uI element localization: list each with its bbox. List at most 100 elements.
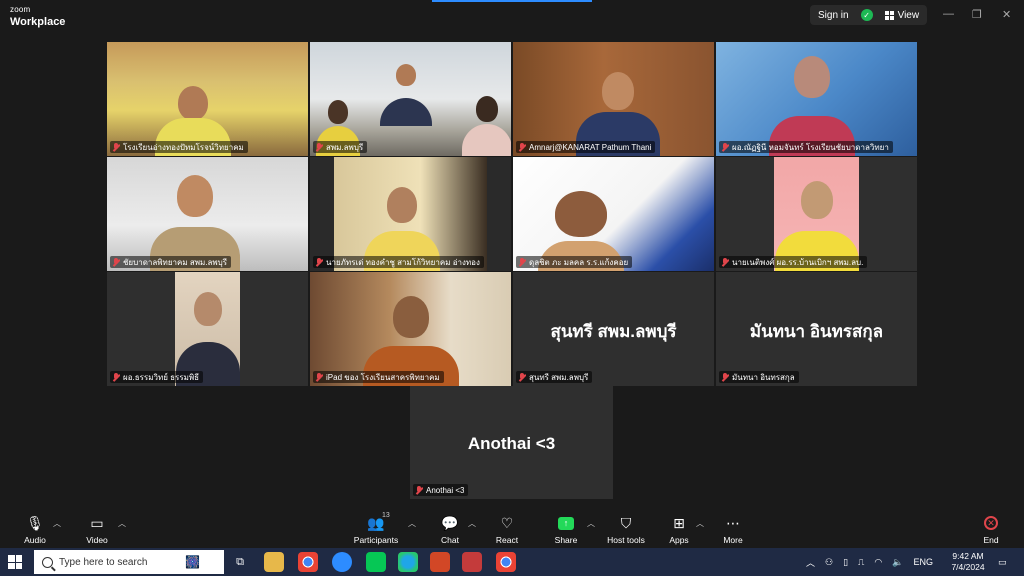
participant-video [371, 64, 441, 126]
tray-chevron-up-icon[interactable]: ︿ [806, 556, 815, 569]
mic-muted-icon [721, 372, 729, 382]
mic-muted-icon [518, 142, 526, 152]
end-x-icon: ✕ [984, 516, 998, 530]
end-meeting-button[interactable]: ✕ End [963, 514, 1019, 545]
chat-label: Chat [441, 535, 459, 545]
share-options-chevron-up-icon[interactable]: ︿ [587, 518, 595, 529]
host-tools-label: Host tools [607, 535, 645, 545]
edge-icon[interactable] [398, 552, 418, 572]
more-dots-icon: ⋯ [726, 514, 740, 531]
share-label: Share [554, 535, 578, 545]
react-button[interactable]: ♡ React [479, 514, 535, 546]
microphone-icon: 🎙 [26, 514, 44, 531]
participant-name: ผอ.ณัฏฐินี หอมจันทร์ โรงเรียนชัยบาดาลวิท… [732, 142, 889, 152]
participant-nametag: มันทนา อินทรสกุล [719, 371, 799, 383]
participant-tile[interactable]: นายเนติพงศ์ ผอ.รร.บ้านเบิกฯ สพม.ลบ. [716, 157, 917, 271]
mic-muted-icon [112, 142, 120, 152]
battery-icon[interactable]: ▯ [843, 557, 848, 568]
participant-tile-active-speaker[interactable]: สพม.ลพบุรี [310, 42, 511, 156]
encryption-shield-icon[interactable]: ✓ [860, 9, 873, 21]
participant-nametag: โรงเรียนอ่างทองปัทมโรจน์วิทยาคม [110, 141, 248, 153]
notifications-icon[interactable]: ▭ [998, 548, 1007, 576]
title-bar: zoom Workplace Sign in ✓ View — ❐ ✕ [0, 0, 1024, 32]
more-button[interactable]: ⋯ More [705, 514, 761, 546]
logo-line-workplace: Workplace [10, 16, 66, 28]
audio-label: Audio [24, 535, 46, 545]
end-label: End [983, 535, 999, 545]
logo-line-zoom: zoom [10, 5, 31, 14]
participant-tile-no-video[interactable]: สุนทรี สพม.ลพบุรี สุนทรี สพม.ลพบุรี [513, 272, 714, 386]
participant-name: ชัยบาดาลพิทยาคม สพม.ลพบุรี [123, 257, 228, 267]
minimize-icon[interactable]: — [943, 8, 954, 20]
restore-icon[interactable]: ❐ [972, 8, 982, 21]
participant-name: นายภัทรเด่ ทองคำชู สามโก้วิทยาคม อ่างทอง [326, 257, 480, 267]
language-indicator[interactable]: ENG [913, 557, 933, 567]
mic-muted-icon [415, 485, 423, 495]
task-view-icon[interactable]: ⧉ [230, 552, 250, 572]
chat-options-chevron-up-icon[interactable]: ︿ [468, 518, 476, 529]
video-button[interactable]: ▭ Video [69, 514, 125, 546]
participants-button[interactable]: 👥 13 Participants [348, 512, 404, 545]
participant-tile[interactable]: ดุลชิต ภะ มลคล ร.ร.แก้งคอย [513, 157, 714, 271]
audio-options-chevron-up-icon[interactable]: ︿ [53, 518, 61, 529]
zoom-app-icon[interactable] [332, 552, 352, 572]
active-app-icon[interactable] [462, 552, 482, 572]
participant-nametag: ผอ.ณัฏฐินี หอมจันทร์ โรงเรียนชัยบาดาลวิท… [719, 141, 893, 153]
more-label: More [723, 535, 743, 545]
participant-nametag: นายภัทรเด่ ทองคำชู สามโก้วิทยาคม อ่างทอง [313, 256, 484, 268]
file-explorer-icon[interactable] [264, 552, 284, 572]
participant-tile-no-video[interactable]: Anothai <3 Anothai <3 [410, 386, 613, 499]
participant-nametag: นายเนติพงศ์ ผอ.รร.บ้านเบิกฯ สพม.ลบ. [719, 256, 868, 268]
mic-muted-icon [721, 257, 729, 267]
video-options-chevron-up-icon[interactable]: ︿ [118, 518, 126, 529]
participant-nametag: ดุลชิต ภะ มลคล ร.ร.แก้งคอย [516, 256, 633, 268]
participant-tile[interactable]: ชัยบาดาลพิทยาคม สพม.ลพบุรี [107, 157, 308, 271]
participant-tile[interactable]: นายภัทรเด่ ทองคำชู สามโก้วิทยาคม อ่างทอง [310, 157, 511, 271]
zoom-window: zoom Workplace Sign in ✓ View — ❐ ✕ โรงเ… [0, 0, 1024, 548]
participant-name: มันทนา อินทรสกุล [732, 372, 795, 382]
mic-muted-icon [315, 142, 323, 152]
host-tools-shield-icon: ⛉ [620, 514, 632, 531]
mic-muted-icon [518, 372, 526, 382]
taskbar-search[interactable]: 🎆 [34, 550, 224, 574]
network-icon[interactable]: ⎍ [858, 557, 864, 568]
taskbar-search-input[interactable] [59, 556, 179, 568]
participant-tile[interactable]: ผอ.ธรรมวิทย์ ธรรมพิธี [107, 272, 308, 386]
chat-bubble-icon: 💬 [441, 514, 459, 531]
react-label: React [495, 535, 519, 545]
participant-tile[interactable]: iPad ของ โรงเรียนสาครพิทยาคม [310, 272, 511, 386]
apps-options-chevron-up-icon[interactable]: ︿ [696, 518, 704, 529]
apps-label: Apps [669, 535, 689, 545]
participant-display-name: Anothai <3 [467, 434, 556, 453]
participant-name: ดุลชิต ภะ มลคล ร.ร.แก้งคอย [529, 257, 629, 267]
share-button[interactable]: ↑ Share [538, 514, 594, 545]
participant-tile[interactable]: ผอ.ณัฏฐินี หอมจันทร์ โรงเรียนชัยบาดาลวิท… [716, 42, 917, 156]
windows-start-icon[interactable] [8, 555, 22, 569]
meeting-toolbar: 🎙 Audio ︿ ▭ Video ︿ 👥 13 Participants ︿ … [0, 510, 1024, 548]
people-icon[interactable]: ⚇ [825, 557, 833, 568]
view-button[interactable]: View [884, 10, 919, 21]
participants-options-chevron-up-icon[interactable]: ︿ [408, 518, 416, 529]
windows-taskbar: 🎆 ⧉ ︿ ⚇ ▯ ⎍ ◠ 🔈 ENG 9:42 AM 7/4/2024 ▭ [0, 548, 1024, 576]
participant-nametag: สุนทรี สพม.ลพบุรี [516, 371, 593, 383]
volume-icon[interactable]: 🔈 [892, 557, 903, 568]
participant-tile[interactable]: Amnarj@KANARAT Pathum Thani [513, 42, 714, 156]
close-window-icon[interactable]: ✕ [1002, 8, 1011, 21]
participant-nametag: ชัยบาดาลพิทยาคม สพม.ลพบุรี [110, 256, 232, 268]
search-highlight-icon: 🎆 [185, 555, 200, 569]
participant-nametag: สพม.ลพบุรี [313, 141, 368, 153]
sign-in-link[interactable]: Sign in [818, 10, 849, 21]
participant-tile[interactable]: โรงเรียนอ่างทองปัทมโรจน์วิทยาคม [107, 42, 308, 156]
participant-tile-no-video[interactable]: มันทนา อินทรสกุล มันทนา อินทรสกุล [716, 272, 917, 386]
participant-name: Anothai <3 [426, 485, 465, 495]
host-tools-button[interactable]: ⛉ Host tools [598, 514, 654, 546]
line-app-icon[interactable] [366, 552, 386, 572]
chrome-icon[interactable] [298, 552, 318, 572]
participants-label: Participants [353, 535, 399, 545]
wifi-icon[interactable]: ◠ [874, 557, 882, 568]
mic-muted-icon [315, 372, 323, 382]
powerpoint-icon[interactable] [430, 552, 450, 572]
taskbar-clock[interactable]: 9:42 AM 7/4/2024 [946, 551, 990, 573]
participant-display-name: มันทนา อินทรสกุล [749, 322, 884, 341]
chrome-profile-icon[interactable] [496, 552, 516, 572]
